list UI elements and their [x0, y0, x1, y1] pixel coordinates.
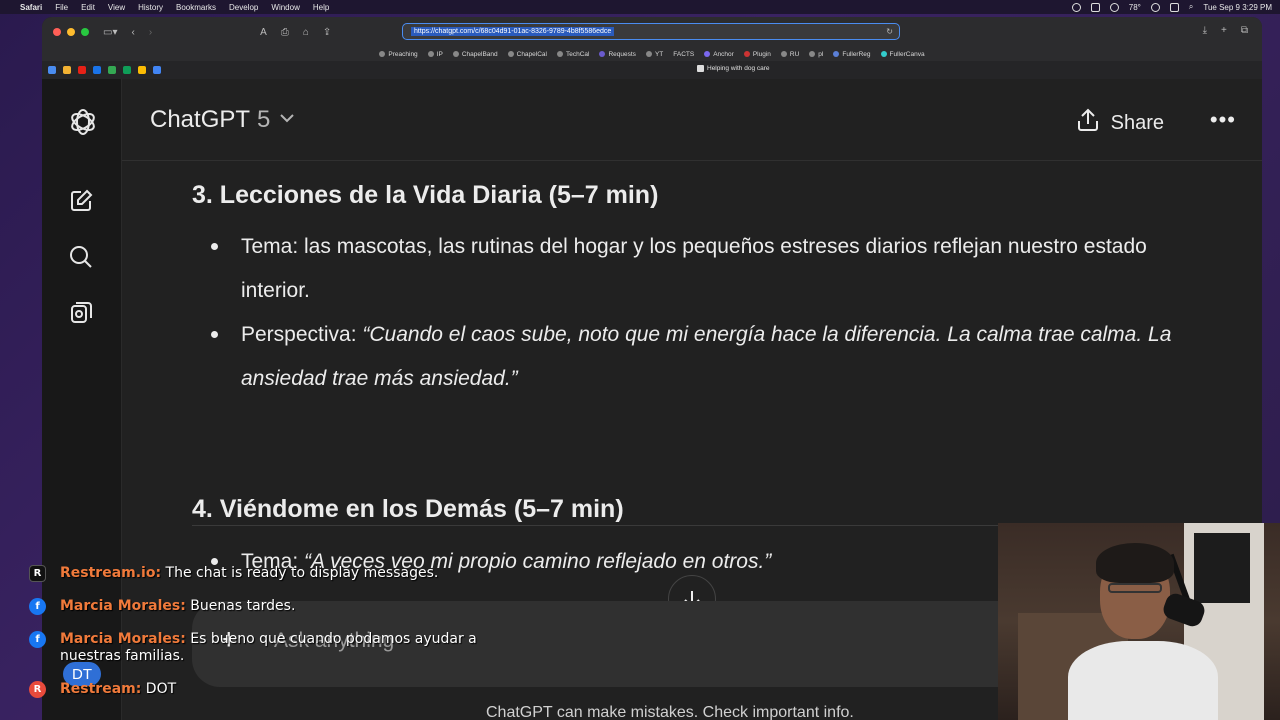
favorite-item[interactable]: FullerCanva	[880, 51, 925, 58]
clock[interactable]: Tue Sep 9 3:29 PM	[1203, 3, 1272, 12]
home-icon[interactable]: ⌂	[303, 27, 309, 38]
section-heading: 4. Viéndome en los Demás (5–7 min)	[192, 495, 624, 523]
favorite-item[interactable]: FullerReg	[833, 51, 871, 58]
search-icon[interactable]: ⌕	[1189, 2, 1193, 12]
active-tab[interactable]: Helping with dog care	[697, 65, 770, 72]
menu-edit[interactable]: Edit	[81, 3, 95, 12]
status-icon[interactable]	[1109, 2, 1119, 12]
message-composer[interactable]: + Ask anything	[192, 601, 1048, 687]
model-version: 5	[257, 105, 271, 133]
model-selector[interactable]: ChatGPT 5	[150, 106, 296, 134]
pinned-tab-icon[interactable]	[63, 66, 71, 74]
menu-file[interactable]: File	[55, 3, 68, 12]
menu-view[interactable]: View	[108, 3, 125, 12]
list-item: Tema: las mascotas, las rutinas del hoga…	[211, 225, 1191, 313]
left-rail	[42, 79, 122, 720]
temperature[interactable]: 78°	[1129, 3, 1141, 12]
plus-icon[interactable]: +	[220, 623, 238, 657]
favorite-item[interactable]: Plugin	[743, 51, 771, 58]
favorite-item[interactable]: ChapelBand	[452, 51, 498, 58]
section-heading: 3. Lecciones de la Vida Diaria (5–7 min)	[192, 181, 659, 209]
toolbar-right: ⤓ + ⧉	[1203, 25, 1248, 36]
status-icon[interactable]	[1090, 2, 1100, 12]
chatgpt-favicon-icon	[697, 65, 704, 72]
tab-bar: Helping with dog care	[42, 61, 1262, 79]
model-name: ChatGPT	[150, 105, 251, 133]
pinned-tab-icon[interactable]	[153, 66, 161, 74]
url-text[interactable]: https://chatgpt.com/c/68c04d91-01ac-8326…	[411, 27, 615, 36]
webcam-feed	[998, 523, 1280, 720]
pinned-tab-icon[interactable]	[138, 66, 146, 74]
menu-develop[interactable]: Develop	[229, 3, 258, 12]
list-item: Perspectiva: “Cuando el caos sube, noto …	[211, 313, 1191, 401]
tab-title: Helping with dog care	[707, 65, 770, 72]
share-button[interactable]: Share	[1075, 107, 1164, 139]
sidebar-toggle-icon[interactable]: ▭▾	[103, 27, 117, 38]
zoom-window-button[interactable]	[81, 28, 89, 36]
reload-icon[interactable]: ↻	[886, 27, 893, 36]
pinned-tab-icon[interactable]	[108, 66, 116, 74]
favorite-item[interactable]: pl	[809, 51, 823, 58]
battery-icon[interactable]	[1169, 2, 1179, 12]
search-icon[interactable]	[67, 243, 97, 273]
new-tab-icon[interactable]: +	[1221, 25, 1227, 36]
favorite-item[interactable]: YT	[645, 51, 663, 58]
favorite-item[interactable]: IP	[427, 51, 443, 58]
pinned-tab-icon[interactable]	[78, 66, 86, 74]
minimize-window-button[interactable]	[67, 28, 75, 36]
favorite-item[interactable]: Preaching	[379, 51, 418, 58]
pinned-tab-icon[interactable]	[123, 66, 131, 74]
disclaimer: ChatGPT can make mistakes. Check importa…	[486, 704, 854, 720]
menu-history[interactable]: History	[138, 3, 163, 12]
browser-toolbar: ▭▾ ‹ › A ⎙ ⌂ ⇪ https://chatgpt.com/c/68c…	[42, 17, 1262, 47]
favorite-item[interactable]: TechCal	[556, 51, 589, 58]
more-options-icon[interactable]: •••	[1210, 107, 1236, 133]
new-chat-icon[interactable]	[67, 187, 97, 217]
share-icon	[1075, 107, 1101, 139]
menu-app-name[interactable]: Safari	[20, 3, 42, 12]
chevron-down-icon	[278, 106, 296, 134]
address-bar[interactable]: https://chatgpt.com/c/68c04d91-01ac-8326…	[402, 23, 900, 40]
window-controls	[53, 28, 89, 36]
macos-menubar: Safari File Edit View History Bookmarks …	[0, 0, 1280, 14]
favorites-bar: Preaching IP ChapelBand ChapelCal TechCa…	[42, 47, 1262, 61]
wifi-icon[interactable]	[1150, 2, 1160, 12]
composer-placeholder[interactable]: Ask anything	[274, 629, 394, 653]
favorite-item[interactable]: ChapelCal	[507, 51, 547, 58]
menubar-status-area: 78° ⌕ Tue Sep 9 3:29 PM	[1071, 2, 1272, 12]
download-icon[interactable]: ⤓	[1203, 25, 1207, 36]
chat-header: ChatGPT 5 Share •••	[122, 79, 1262, 161]
pinned-tab-icon[interactable]	[93, 66, 101, 74]
text-size-icon[interactable]: A	[260, 27, 267, 38]
menu-window[interactable]: Window	[271, 3, 299, 12]
back-icon[interactable]: ‹	[131, 27, 134, 38]
close-window-button[interactable]	[53, 28, 61, 36]
openai-logo-icon[interactable]	[67, 106, 97, 136]
share-label: Share	[1110, 111, 1164, 134]
library-icon[interactable]	[67, 299, 97, 329]
forward-icon[interactable]: ›	[149, 27, 152, 38]
favorite-item[interactable]: Anchor	[704, 51, 734, 58]
share-page-icon[interactable]: ⇪	[323, 27, 331, 38]
favorite-item[interactable]: FACTS	[673, 51, 694, 58]
print-icon[interactable]: ⎙	[281, 27, 289, 38]
menu-help[interactable]: Help	[313, 3, 329, 12]
favorite-item[interactable]: Requests	[599, 51, 636, 58]
favorite-item[interactable]: RU	[780, 51, 799, 58]
tab-overview-icon[interactable]: ⧉	[1241, 25, 1248, 36]
pinned-tab-icon[interactable]	[48, 66, 56, 74]
menu-bookmarks[interactable]: Bookmarks	[176, 3, 216, 12]
status-icon[interactable]	[1071, 2, 1081, 12]
pinned-tabs	[48, 66, 161, 74]
